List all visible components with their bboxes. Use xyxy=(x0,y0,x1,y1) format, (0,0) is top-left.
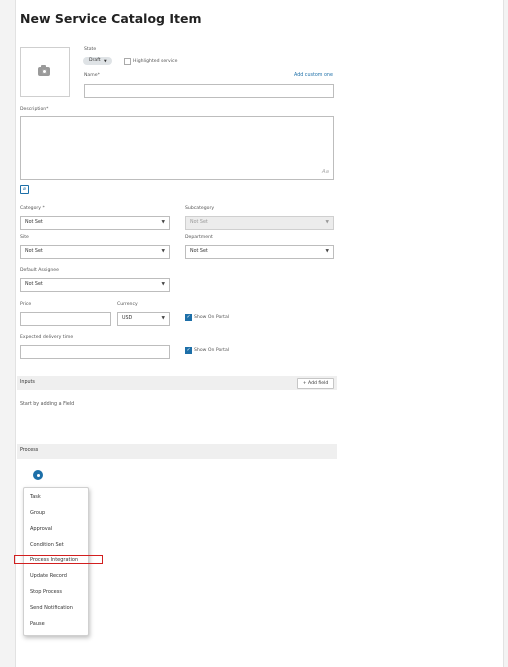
inputs-section-title: Inputs xyxy=(20,380,35,385)
image-upload[interactable] xyxy=(20,47,70,97)
process-section-header: Process xyxy=(17,444,337,459)
menu-item-group[interactable]: Group xyxy=(30,510,45,516)
default-assignee-value: Not Set xyxy=(25,282,43,287)
currency-select[interactable]: USD ▼ xyxy=(117,312,170,326)
menu-item-approval[interactable]: Approval xyxy=(30,526,52,532)
site-select[interactable]: Not Set ▼ xyxy=(20,245,170,259)
show-on-portal-label-2: Show On Portal xyxy=(194,347,230,353)
subcategory-select: Not Set ▼ xyxy=(185,216,334,230)
subcategory-label: Subcategory xyxy=(185,206,215,211)
department-value: Not Set xyxy=(190,249,208,254)
expected-delivery-input[interactable] xyxy=(20,345,170,359)
site-label: Site xyxy=(20,235,29,240)
chevron-down-icon: ▼ xyxy=(325,219,329,225)
inputs-section-header: Inputs + Add field xyxy=(17,376,337,390)
show-on-portal-checkbox-2[interactable] xyxy=(185,347,192,354)
chevron-down-icon: ▼ xyxy=(161,281,165,287)
menu-item-pause[interactable]: Pause xyxy=(30,621,45,627)
site-value: Not Set xyxy=(25,249,43,254)
chevron-down-icon: ▼ xyxy=(325,248,329,254)
menu-item-stop-process[interactable]: Stop Process xyxy=(30,589,62,595)
state-dropdown[interactable]: Draft ▼ xyxy=(83,57,112,65)
menu-item-condition-set[interactable]: Condition Set xyxy=(30,542,64,548)
text-format-icon[interactable]: Aa xyxy=(322,169,329,175)
chevron-down-icon: ▼ xyxy=(161,219,165,225)
menu-item-send-notification[interactable]: Send Notification xyxy=(30,605,73,611)
currency-value: USD xyxy=(122,316,133,321)
add-field-button[interactable]: + Add field xyxy=(297,378,334,389)
name-label: Name* xyxy=(84,73,100,78)
highlighted-label: Highlighted service xyxy=(133,58,178,64)
category-value: Not Set xyxy=(25,220,43,225)
process-section-title: Process xyxy=(20,448,39,453)
description-textarea[interactable]: Aa xyxy=(20,116,334,180)
inputs-empty-hint: Start by adding a Field xyxy=(20,402,75,407)
chevron-down-icon: ▼ xyxy=(161,315,165,321)
chevron-down-icon: ▼ xyxy=(104,59,107,63)
default-assignee-label: Default Assignee xyxy=(20,268,59,273)
highlighted-checkbox[interactable] xyxy=(124,58,131,65)
chevron-down-icon: ▼ xyxy=(161,248,165,254)
expected-delivery-label: Expected delivery time xyxy=(20,335,74,340)
page-title: New Service Catalog Item xyxy=(20,11,202,26)
description-label: Description* xyxy=(20,107,49,112)
default-assignee-select[interactable]: Not Set ▼ xyxy=(20,278,170,292)
category-select[interactable]: Not Set ▼ xyxy=(20,216,170,230)
department-select[interactable]: Not Set ▼ xyxy=(185,245,334,259)
department-label: Department xyxy=(185,235,213,240)
price-input[interactable] xyxy=(20,312,111,326)
show-on-portal-checkbox[interactable] xyxy=(185,314,192,321)
process-add-node[interactable] xyxy=(33,470,43,480)
currency-label: Currency xyxy=(117,302,138,307)
price-label: Price xyxy=(20,302,32,307)
paperclip-icon[interactable]: ⌀ xyxy=(20,185,29,194)
name-input[interactable] xyxy=(84,84,334,98)
subcategory-value: Not Set xyxy=(190,220,208,225)
menu-item-task[interactable]: Task xyxy=(30,494,41,500)
state-label: State xyxy=(84,47,97,52)
camera-icon xyxy=(38,65,50,76)
menu-item-update-record[interactable]: Update Record xyxy=(30,573,67,579)
show-on-portal-label: Show On Portal xyxy=(194,314,230,320)
category-label: Category * xyxy=(20,206,45,211)
add-custom-link[interactable]: Add custom one xyxy=(294,73,333,78)
highlight-box xyxy=(14,555,103,564)
state-value: Draft xyxy=(89,58,101,63)
